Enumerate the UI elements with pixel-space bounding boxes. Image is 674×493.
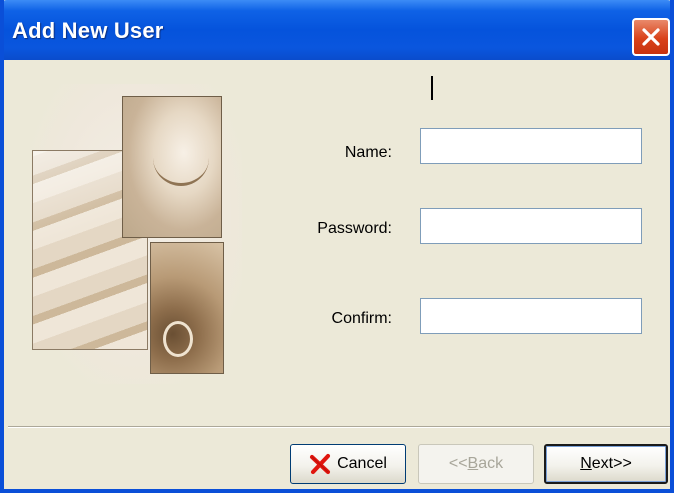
- window-title: Add New User: [12, 18, 164, 43]
- red-x-icon: [309, 453, 331, 475]
- name-label: Name:: [344, 144, 392, 161]
- button-bar: Cancel << Back Next>>: [8, 428, 670, 489]
- next-accelerator: N: [580, 455, 592, 472]
- dialog-body: Name: Password: Confirm:: [8, 60, 670, 426]
- collage-photo-hand: [150, 242, 224, 374]
- confirm-password-input[interactable]: [420, 298, 642, 334]
- close-x-icon: [642, 28, 660, 46]
- name-input[interactable]: [420, 128, 642, 164]
- cancel-button[interactable]: Cancel: [290, 444, 406, 484]
- collage-photo-face: [122, 96, 222, 238]
- password-input[interactable]: [420, 208, 642, 244]
- next-button[interactable]: Next>>: [544, 444, 668, 484]
- wizard-illustration: [30, 84, 242, 384]
- next-label: ext>>: [591, 455, 632, 472]
- password-label: Password:: [317, 220, 392, 237]
- back-prefix: <<: [448, 455, 468, 472]
- back-label: ack: [478, 455, 504, 472]
- add-user-dialog: Add New User Name: Password: Confirm: Ca…: [0, 0, 674, 493]
- cancel-label: Cancel: [337, 455, 387, 472]
- title-bar[interactable]: Add New User: [4, 0, 670, 60]
- close-button[interactable]: [632, 18, 670, 56]
- back-button[interactable]: << Back: [418, 444, 534, 484]
- back-accelerator: B: [467, 455, 479, 472]
- text-caret: [431, 76, 433, 100]
- confirm-label: Confirm:: [331, 310, 392, 327]
